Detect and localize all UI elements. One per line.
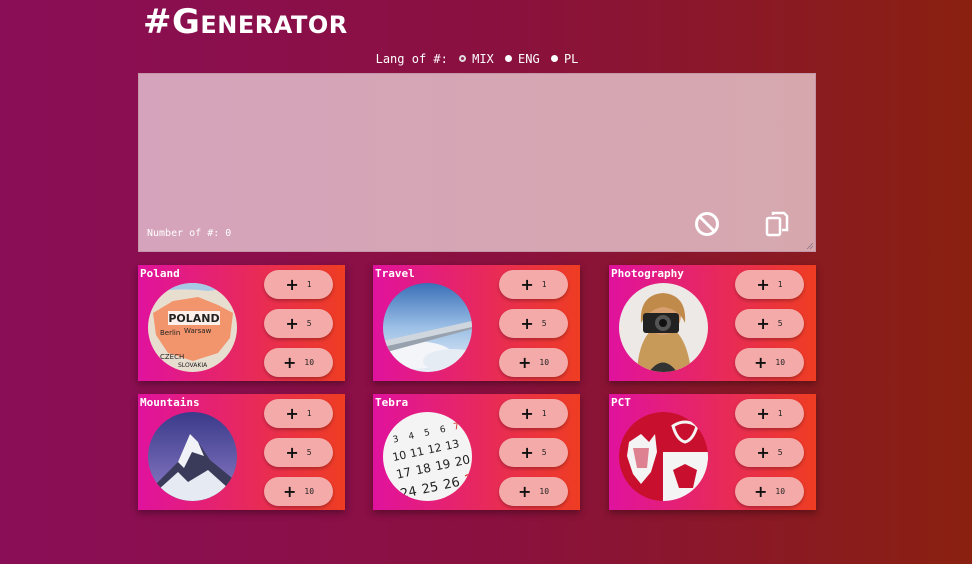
plus-icon: +: [285, 403, 299, 423]
category-name: Photography: [611, 267, 684, 280]
add-5-button[interactable]: +5: [735, 438, 804, 467]
svg-text:7: 7: [453, 422, 461, 433]
plus-icon: +: [756, 274, 770, 294]
button-label: 5: [306, 319, 312, 328]
mountain-image: [148, 412, 237, 501]
plus-icon: +: [756, 313, 770, 333]
button-label: 10: [775, 487, 786, 496]
poland-map-image: POLAND Berlin Warsaw CZECH SLOVAKIA: [148, 283, 237, 372]
radio-pl[interactable]: [550, 55, 558, 62]
button-label: 5: [306, 448, 312, 457]
button-label: 5: [541, 319, 547, 328]
svg-text:CZECH: CZECH: [160, 353, 184, 361]
button-label: 1: [306, 280, 312, 289]
button-label: 10: [539, 358, 550, 367]
language-label: Lang of #:: [375, 52, 448, 66]
svg-text:24: 24: [399, 484, 418, 501]
category-name: PCT: [611, 396, 631, 409]
category-name: Tebra: [375, 396, 409, 409]
category-name: Poland: [140, 267, 180, 280]
language-selector: Lang of #: MIX ENG PL: [0, 52, 954, 66]
block-icon[interactable]: [693, 210, 721, 238]
add-1-button[interactable]: +1: [499, 399, 568, 428]
add-5-button[interactable]: +5: [264, 438, 333, 467]
add-10-button[interactable]: +10: [264, 348, 333, 377]
svg-text:SLOVAKIA: SLOVAKIA: [178, 362, 208, 369]
radio-mix[interactable]: [459, 55, 467, 62]
plus-icon: +: [520, 274, 534, 294]
plus-icon: +: [753, 352, 768, 372]
lang-option-pl[interactable]: PL: [550, 52, 579, 66]
button-label: 1: [306, 409, 312, 418]
add-5-button[interactable]: +5: [735, 309, 804, 338]
svg-text:POLAND: POLAND: [168, 312, 219, 325]
plus-icon: +: [285, 313, 299, 333]
add-5-button[interactable]: +5: [499, 309, 568, 338]
add-1-button[interactable]: +1: [499, 270, 568, 299]
button-label: 10: [775, 358, 786, 367]
category-name: Mountains: [140, 396, 200, 409]
category-card-pct: PCT +1 +5 +10: [609, 394, 816, 510]
category-card-poland: Poland POLAND Berlin Warsaw CZECH SLOVAK…: [138, 265, 345, 381]
svg-text:Berlin: Berlin: [160, 329, 180, 337]
add-10-button[interactable]: +10: [499, 477, 568, 506]
hashtag-output-area[interactable]: Number of #: 0: [138, 73, 816, 252]
add-5-button[interactable]: +5: [264, 309, 333, 338]
plus-icon: +: [517, 481, 532, 501]
button-label: 5: [541, 448, 547, 457]
hashtag-count: Number of #: 0: [147, 228, 232, 239]
lang-option-label: PL: [563, 52, 579, 66]
add-1-button[interactable]: +1: [264, 270, 333, 299]
lang-option-mix[interactable]: MIX: [459, 52, 494, 66]
plus-icon: +: [520, 313, 534, 333]
plus-icon: +: [756, 442, 770, 462]
button-label: 5: [777, 448, 783, 457]
plus-icon: +: [753, 481, 768, 501]
coat-of-arms-image: [619, 412, 708, 501]
plus-icon: +: [282, 481, 297, 501]
add-1-button[interactable]: +1: [264, 399, 333, 428]
button-label: 1: [541, 409, 547, 418]
plus-icon: +: [285, 442, 299, 462]
category-card-travel: Travel +1 +5 +10: [373, 265, 580, 381]
lang-option-label: MIX: [472, 52, 494, 66]
add-5-button[interactable]: +5: [499, 438, 568, 467]
plus-icon: +: [520, 442, 534, 462]
svg-text:27: 27: [463, 470, 472, 488]
button-label: 10: [304, 487, 315, 496]
category-name: Travel: [375, 267, 415, 280]
radio-eng[interactable]: [505, 55, 513, 62]
lang-option-eng[interactable]: ENG: [505, 52, 540, 66]
calendar-image: 34 56 7 10 11 12 13 17 18 19 20 24 25 26 27: [383, 412, 472, 501]
lang-option-label: ENG: [518, 52, 540, 66]
add-1-button[interactable]: +1: [735, 270, 804, 299]
button-label: 5: [777, 319, 783, 328]
button-label: 1: [541, 280, 547, 289]
airplane-wing-image: [383, 283, 472, 372]
category-card-mountains: Mountains +1 +5 +10: [138, 394, 345, 510]
svg-text:26: 26: [442, 475, 461, 493]
add-10-button[interactable]: +10: [735, 348, 804, 377]
category-card-photography: Photography +1 +5 +10: [609, 265, 816, 381]
add-10-button[interactable]: +10: [735, 477, 804, 506]
copy-icon[interactable]: [763, 210, 791, 238]
add-1-button[interactable]: +1: [735, 399, 804, 428]
add-10-button[interactable]: +10: [499, 348, 568, 377]
resize-handle[interactable]: [806, 242, 814, 250]
plus-icon: +: [285, 274, 299, 294]
plus-icon: +: [756, 403, 770, 423]
category-card-tebra: Tebra 34 56 7 10 11 12 13 17 18 19 20 24 25 2…: [373, 394, 580, 510]
plus-icon: +: [282, 352, 297, 372]
button-label: 1: [777, 280, 783, 289]
app-title: #Generator: [143, 2, 348, 42]
button-label: 1: [777, 409, 783, 418]
plus-icon: +: [517, 352, 532, 372]
svg-text:Warsaw: Warsaw: [184, 327, 212, 335]
button-label: 10: [539, 487, 550, 496]
button-label: 10: [304, 358, 315, 367]
add-10-button[interactable]: +10: [264, 477, 333, 506]
photographer-image: [619, 283, 708, 372]
plus-icon: +: [520, 403, 534, 423]
